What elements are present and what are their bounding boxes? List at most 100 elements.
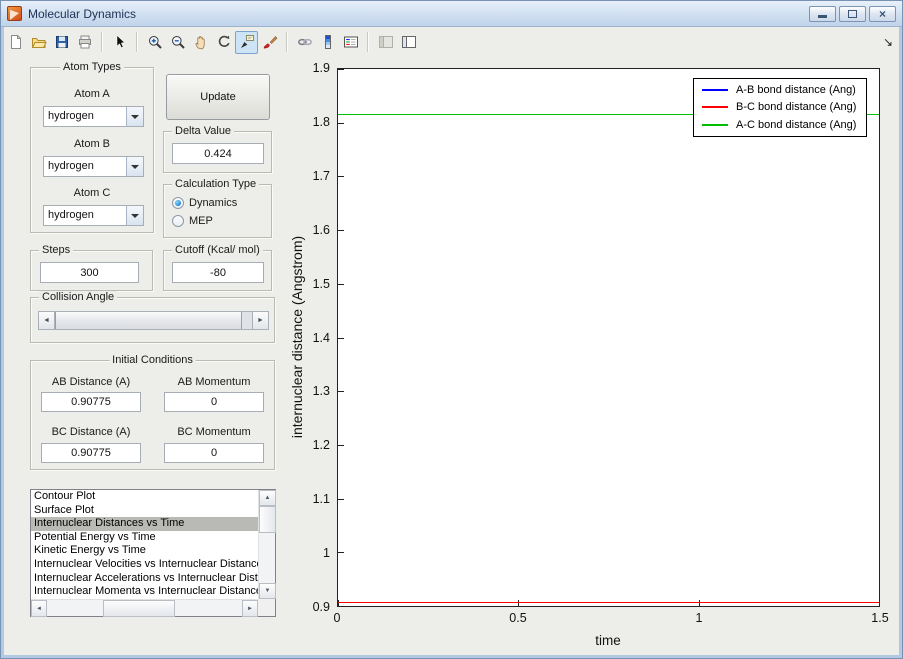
save-button[interactable] <box>50 31 73 54</box>
y-tick-label: 1.8 <box>312 114 330 129</box>
list-item[interactable]: Internuclear Velocities vs Internuclear … <box>31 558 258 572</box>
list-item[interactable]: Internuclear Accelerations vs Internucle… <box>31 572 258 586</box>
data-cursor-icon <box>240 35 254 48</box>
ab-distance-input[interactable] <box>41 392 141 412</box>
panel-title: Collision Angle <box>39 291 118 303</box>
legend-rows: A-B bond distance (Ang) B-C bond distance… <box>694 81 866 134</box>
hide-plot-tools-button[interactable] <box>374 31 397 54</box>
y-tick-label: 1.9 <box>312 61 330 75</box>
y-tick-mark <box>338 122 344 124</box>
toolbar-separator <box>286 32 288 52</box>
delta-value-input[interactable] <box>172 143 264 164</box>
update-button[interactable]: Update <box>166 74 270 120</box>
link-plot-button[interactable] <box>293 31 316 54</box>
new-figure-icon <box>10 35 21 49</box>
y-tick-mark <box>338 606 344 607</box>
titlebar: Molecular Dynamics × <box>1 1 902 27</box>
toolbar-separator <box>367 32 369 52</box>
legend-icon <box>343 36 358 48</box>
legend-label: A-C bond distance (Ang) <box>736 118 857 131</box>
rotate-3d-button[interactable] <box>212 31 235 54</box>
open-folder-icon <box>31 38 47 48</box>
collision-angle-slider[interactable]: ◄ ► <box>38 311 269 330</box>
y-tick-mark <box>338 337 344 339</box>
brush-data-button[interactable] <box>258 31 281 54</box>
chevron-down-icon[interactable] <box>126 157 143 176</box>
atom-a-label: Atom A <box>74 88 110 100</box>
atom-c-label: Atom C <box>73 187 111 199</box>
plot-type-listbox[interactable]: Contour Plot Surface Plot Internuclear Dis… <box>30 489 276 617</box>
minimize-icon <box>818 15 827 18</box>
matlab-app-icon <box>7 6 22 21</box>
restore-button[interactable] <box>839 5 866 22</box>
x-axis-label: time <box>595 633 621 648</box>
atom-types-panel: Atom Types Atom A hydrogen Atom B hydrog… <box>30 61 154 233</box>
y-tick-label: 1.6 <box>312 222 330 237</box>
slider-left-arrow[interactable]: ◄ <box>39 312 55 329</box>
atom-a-value: hydrogen <box>48 110 94 122</box>
list-item[interactable]: Surface Plot <box>31 504 258 518</box>
listbox-items: Contour Plot Surface Plot Internuclear Dis… <box>31 490 258 599</box>
open-file-button[interactable] <box>27 31 50 54</box>
horizontal-scrollbar[interactable]: ◄ ► <box>31 599 258 617</box>
list-item[interactable]: Kinetic Energy vs Time <box>31 544 258 558</box>
new-figure-button[interactable] <box>4 31 27 54</box>
panel-title: Delta Value <box>172 125 235 137</box>
steps-input[interactable] <box>40 262 139 283</box>
radio-icon[interactable] <box>172 215 184 227</box>
insert-legend-button[interactable] <box>339 31 362 54</box>
zoom-out-button[interactable] <box>166 31 189 54</box>
minimize-button[interactable] <box>809 5 836 22</box>
scroll-left-arrow[interactable]: ◄ <box>31 600 47 617</box>
dropdown-arrow <box>131 213 139 222</box>
atom-c-select[interactable]: hydrogen <box>43 205 144 226</box>
window-title: Molecular Dynamics <box>28 6 137 21</box>
atom-a-select[interactable]: hydrogen <box>43 106 144 127</box>
chevron-down-icon[interactable] <box>126 107 143 126</box>
panel-title: Steps <box>39 244 74 256</box>
panel-title: Calculation Type <box>172 178 260 190</box>
scroll-down-arrow[interactable]: ▼ <box>259 583 276 599</box>
print-button[interactable] <box>73 31 96 54</box>
delta-value-panel: Delta Value <box>163 125 272 173</box>
list-item[interactable]: Potential Energy vs Time <box>31 531 258 545</box>
close-button[interactable]: × <box>869 5 896 22</box>
plot-area[interactable]: A-B bond distance (Ang) B-C bond distance… <box>337 68 880 607</box>
data-cursor-button[interactable] <box>235 30 258 54</box>
list-item[interactable]: Contour Plot <box>31 490 258 504</box>
scroll-up-arrow[interactable]: ▲ <box>259 490 276 506</box>
y-tick-mark <box>338 552 344 554</box>
vertical-scroll-thumb[interactable] <box>259 506 276 533</box>
dropdown-arrow <box>131 114 139 123</box>
radio-label: MEP <box>189 215 213 227</box>
scroll-right-arrow[interactable]: ► <box>242 600 258 617</box>
show-plot-tools-button[interactable] <box>397 31 420 54</box>
slider-right-arrow[interactable]: ► <box>252 312 268 329</box>
zoom-in-button[interactable] <box>143 31 166 54</box>
horizontal-scroll-thumb[interactable] <box>103 600 175 617</box>
steps-panel: Steps <box>30 244 153 291</box>
edit-plot-button[interactable] <box>108 31 131 54</box>
atom-b-select[interactable]: hydrogen <box>43 156 144 177</box>
cutoff-panel: Cutoff (Kcal/ mol) <box>163 244 272 291</box>
atom-b-label: Atom B <box>73 138 111 150</box>
dock-figure-icon[interactable]: ↘ <box>883 35 893 49</box>
vertical-scrollbar[interactable]: ▲ ▼ <box>258 490 276 599</box>
bc-distance-input[interactable] <box>41 443 141 463</box>
chevron-down-icon[interactable] <box>126 206 143 225</box>
insert-colorbar-button[interactable] <box>316 31 339 54</box>
list-item[interactable]: Internuclear Distances vs Time <box>31 517 258 531</box>
initial-conditions-panel: Initial Conditions AB Distance (A) AB Mo… <box>30 354 275 470</box>
y-tick-mark <box>338 391 344 393</box>
list-item[interactable]: Internuclear Momenta vs Internuclear Dis… <box>31 585 258 599</box>
calc-type-option-mep[interactable]: MEP <box>172 213 213 229</box>
y-tick-mark <box>338 444 344 446</box>
calc-type-option-dynamics[interactable]: Dynamics <box>172 195 237 211</box>
ab-momentum-input[interactable] <box>164 392 264 412</box>
legend[interactable]: A-B bond distance (Ang) B-C bond distance… <box>693 78 867 137</box>
cutoff-input[interactable] <box>172 262 264 283</box>
bc-momentum-input[interactable] <box>164 443 264 463</box>
slider-thumb[interactable] <box>55 312 242 329</box>
pan-button[interactable] <box>189 31 212 54</box>
radio-icon[interactable] <box>172 197 184 209</box>
